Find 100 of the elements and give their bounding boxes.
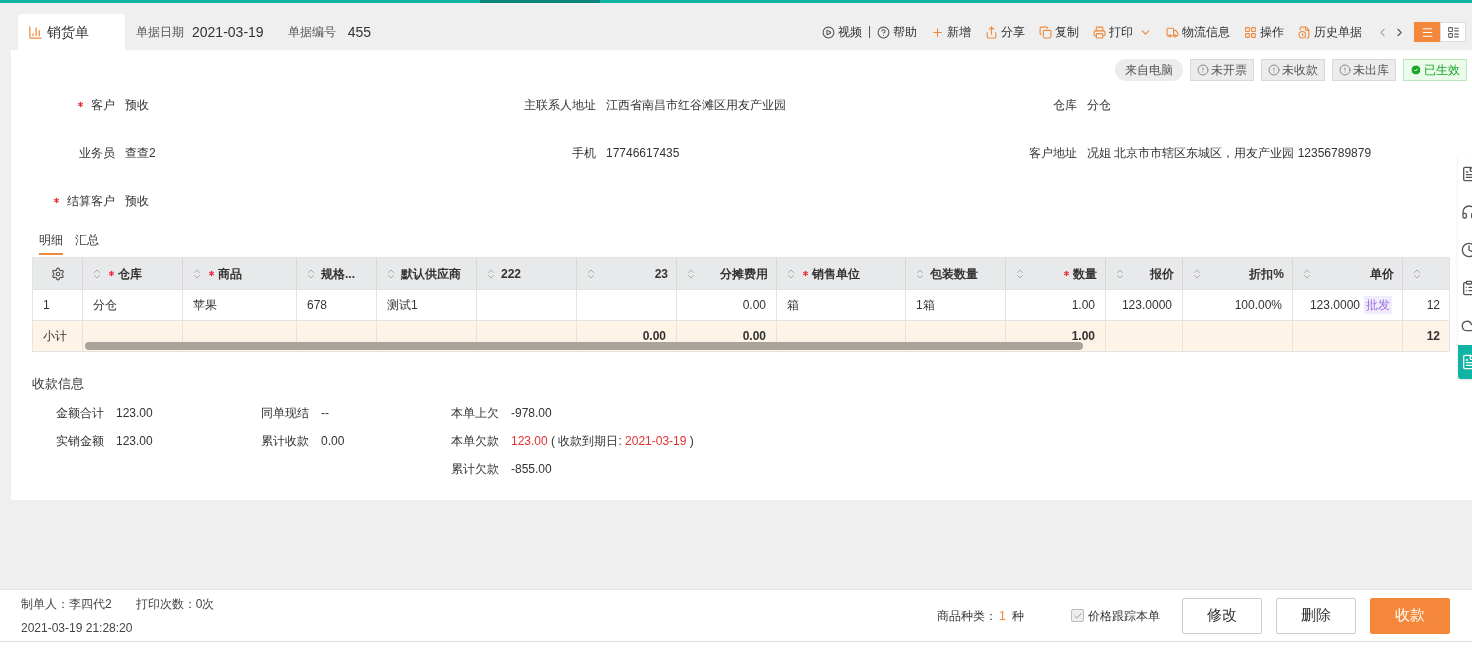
summary-value: 123.00 <box>116 433 153 450</box>
detail-tab[interactable]: 汇总 <box>75 231 99 255</box>
toolbar-button[interactable]: 帮助 <box>877 23 917 41</box>
action-button[interactable]: 删除 <box>1276 597 1356 634</box>
section-title: 收款信息 <box>32 375 85 393</box>
sort-icon[interactable] <box>1014 267 1026 280</box>
column-header[interactable]: 包装数量 <box>930 264 978 283</box>
field-value: 455 <box>347 22 371 42</box>
sort-icon[interactable] <box>485 267 497 280</box>
sort-icon[interactable] <box>191 267 203 280</box>
column-header[interactable]: 销售单位 <box>812 264 860 283</box>
column-header[interactable]: 23 <box>654 264 668 283</box>
summary-value: -- <box>321 405 329 422</box>
field-value: 分仓 <box>1087 96 1111 114</box>
column-header[interactable]: 规格... <box>321 264 355 283</box>
subtotal-label: 小计 <box>33 321 83 351</box>
field-label: 单据编号 <box>287 24 336 41</box>
card-view-button[interactable] <box>1440 22 1466 42</box>
column-header[interactable]: 单价 <box>1370 264 1394 283</box>
field-value: 17746617435 <box>606 144 680 162</box>
horizontal-scrollbar[interactable] <box>85 342 1083 350</box>
item-kinds-label: 商品种类： <box>936 607 997 625</box>
column-header[interactable]: 数量 <box>1073 264 1097 283</box>
print-count-text: 打印次数：0次 <box>135 595 215 613</box>
toolbar-button[interactable]: 分享 <box>985 23 1025 41</box>
field-value: 况姐 北京市市辖区东城区，用友产业园 12356789879 <box>1087 144 1372 162</box>
item-kinds-unit: 种 <box>1012 607 1024 625</box>
summary-value: -978.00 <box>511 405 552 422</box>
status-tag: 已生效 <box>1403 59 1467 81</box>
price-track-checkbox[interactable]: 价格跟踪本单 <box>1071 606 1160 625</box>
help-icon <box>877 25 890 39</box>
sort-icon[interactable] <box>685 267 697 280</box>
sort-icon[interactable] <box>1191 267 1203 280</box>
summary-value: 123.00 <box>116 405 153 422</box>
settings-icon[interactable] <box>50 266 65 281</box>
column-header[interactable]: 分摊费用 <box>720 264 768 283</box>
status-tag: 未出库 <box>1332 59 1396 81</box>
field-label: 仓库 <box>1053 96 1077 114</box>
field-label: 客户 <box>91 96 115 114</box>
summary-value: -855.00 <box>511 461 552 478</box>
column-header[interactable]: 报价 <box>1150 264 1174 283</box>
toolbar-button[interactable]: 操作 <box>1244 23 1284 41</box>
printer-icon <box>1093 25 1106 39</box>
toolbar-button[interactable]: 打印 <box>1093 23 1133 41</box>
sort-icon[interactable] <box>585 267 597 280</box>
sort-icon[interactable] <box>914 267 926 280</box>
field-value: 查查2 <box>125 144 156 162</box>
plus-icon <box>931 25 944 39</box>
sort-icon[interactable] <box>305 267 317 280</box>
field-label: 手机 <box>572 144 596 162</box>
summary-label: 金额合计 <box>56 405 104 422</box>
summary-label: 本单欠款 <box>451 433 499 450</box>
field-value: 2021-03-19 <box>192 22 264 42</box>
action-button[interactable]: 修改 <box>1182 597 1262 634</box>
alert-icon <box>1268 64 1280 76</box>
check-circle-icon <box>1410 64 1422 76</box>
detail-tab[interactable]: 明细 <box>39 231 63 255</box>
alert-icon <box>1197 64 1209 76</box>
item-kinds-count: 1 <box>998 606 1006 625</box>
sort-icon[interactable] <box>785 267 797 280</box>
status-tag: 未收款 <box>1261 59 1325 81</box>
column-header[interactable]: 折扣% <box>1249 264 1284 283</box>
sort-icon[interactable] <box>1411 267 1423 280</box>
truck-icon <box>1166 25 1179 39</box>
field-label: 单据日期 <box>136 24 184 41</box>
share-icon <box>985 25 998 39</box>
field-label: 客户地址 <box>1029 144 1077 162</box>
card-list-icon <box>1446 25 1460 39</box>
copy-icon <box>1039 25 1052 39</box>
field-value: 预收 <box>125 192 149 210</box>
column-header[interactable]: 222 <box>501 264 522 283</box>
toolbar-button[interactable]: 视频 <box>822 23 862 41</box>
sort-icon[interactable] <box>1114 267 1126 280</box>
toolbar-button[interactable]: 新增 <box>931 23 971 41</box>
price-type-tag: 批发 <box>1364 296 1392 314</box>
toolbar-button[interactable]: 物流信息 <box>1166 23 1230 41</box>
sort-icon[interactable] <box>1301 267 1313 280</box>
table-cell: 12 <box>1403 321 1449 351</box>
document-tab[interactable]: 销货单 <box>18 14 125 50</box>
toolbar-button[interactable]: 历史单据 <box>1298 23 1362 41</box>
document-clock-icon <box>1298 25 1311 39</box>
column-header[interactable]: 仓库 <box>118 264 142 283</box>
sort-icon[interactable] <box>91 267 103 280</box>
summary-label: 累计欠款 <box>451 461 499 478</box>
timestamp-text: 2021-03-19 21:28:20 <box>21 619 134 637</box>
column-header[interactable]: 商品 <box>218 264 242 283</box>
summary-label: 同单现结 <box>261 405 309 422</box>
sort-icon[interactable] <box>385 267 397 280</box>
summary-value: 123.00 ( 收款到期日: 2021-03-19 ) <box>511 433 694 450</box>
field-label: 业务员 <box>79 144 115 162</box>
list-icon <box>1420 25 1434 39</box>
maker-text: 制单人：李四代2 <box>21 595 112 613</box>
summary-label: 累计收款 <box>261 433 309 450</box>
status-tag: 未开票 <box>1190 59 1254 81</box>
column-header[interactable]: 默认供应商 <box>401 264 461 283</box>
alert-icon <box>1339 64 1351 76</box>
chart-icon <box>28 24 43 40</box>
source-tag: 来自电脑 <box>1115 59 1183 81</box>
check-icon <box>1072 610 1083 621</box>
toolbar-button[interactable]: 复制 <box>1039 23 1079 41</box>
